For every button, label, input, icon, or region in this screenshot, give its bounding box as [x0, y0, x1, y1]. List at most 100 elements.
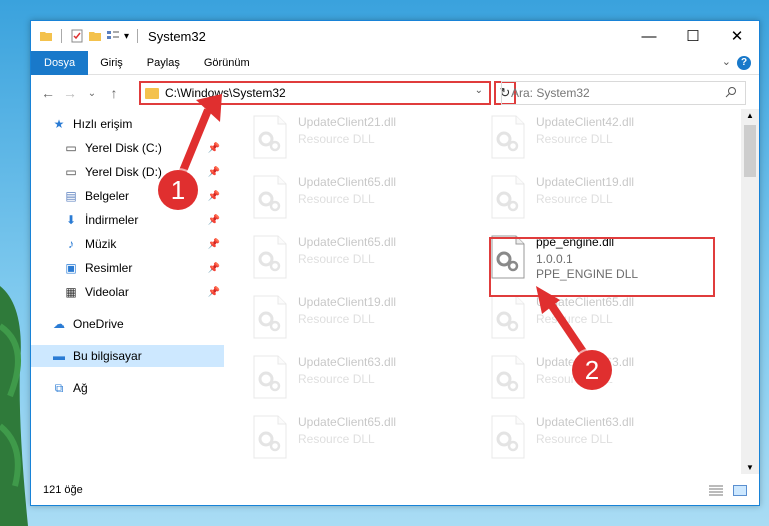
file-name: UpdateClient19.dll	[536, 175, 635, 189]
pin-icon[interactable]: 📌	[208, 191, 220, 202]
pin-icon[interactable]: 📌	[208, 287, 220, 298]
file-tile[interactable]: UpdateClient19.dll Resource DLL	[482, 169, 712, 225]
tab-view[interactable]: Görünüm	[192, 51, 262, 75]
sidebar-item-i-ndirmeler[interactable]: ⬇ İndirmeler 📌	[31, 209, 224, 231]
dll-file-icon	[253, 175, 287, 219]
sidebar-item-bu-bilgisayar[interactable]: ▬ Bu bilgisayar	[31, 345, 224, 367]
sidebar-item-m-zik[interactable]: ♪ Müzik 📌	[31, 233, 224, 255]
cloud-icon: ☁	[53, 317, 65, 331]
minimize-button[interactable]: —	[627, 21, 671, 51]
search-input[interactable]: Ara: System32	[501, 81, 746, 105]
file-description: Resource DLL	[298, 312, 375, 326]
new-folder-icon[interactable]	[88, 29, 102, 43]
file-explorer-window: ▾ System32 — ☐ ✕ Dosya Giriş Paylaş Görü…	[30, 20, 760, 506]
toolbar-divider	[61, 29, 62, 43]
pin-icon[interactable]: 📌	[208, 215, 220, 226]
file-tile[interactable]: UpdateClient65.dll Resource DLL	[482, 289, 712, 345]
file-tile[interactable]: UpdateClient63.dll Resource DLL	[482, 409, 712, 465]
file-name: UpdateClient63.dll	[298, 355, 397, 369]
file-description: Resource DLL	[298, 192, 375, 206]
file-description: Resource DLL	[536, 192, 613, 206]
file-description: Resource DLL	[536, 132, 613, 146]
network-icon: ⧉	[54, 380, 64, 395]
sidebar-item-label: Müzik	[85, 237, 117, 251]
file-tile[interactable]: UpdateClient63.dll Resource DLL	[244, 349, 474, 405]
download-icon: ⬇	[65, 213, 77, 227]
pin-icon[interactable]: 📌	[208, 167, 220, 178]
file-description: Resource DLL	[536, 432, 613, 446]
sidebar-item-a-[interactable]: ⧉ Ağ	[31, 377, 224, 399]
file-name: UpdateClient65.dll	[298, 235, 397, 249]
recent-locations-button[interactable]: ⌄	[81, 88, 103, 99]
sidebar-item-resimler[interactable]: ▣ Resimler 📌	[31, 257, 224, 279]
pin-icon[interactable]: 📌	[208, 239, 220, 250]
sidebar-item-label: İndirmeler	[85, 213, 139, 227]
expand-ribbon-icon[interactable]: ⌄	[722, 55, 731, 68]
tab-file[interactable]: Dosya	[31, 50, 89, 75]
scroll-down-icon[interactable]: ▼	[746, 463, 754, 472]
scroll-up-icon[interactable]: ▲	[746, 111, 754, 120]
sidebar-item-label: Ağ	[73, 381, 88, 395]
dll-file-icon	[253, 115, 287, 159]
pin-icon[interactable]: 📌	[208, 263, 220, 274]
sidebar-item-h-zl-eri-im[interactable]: ★ Hızlı erişim	[31, 113, 224, 135]
file-description: Resource DLL	[298, 252, 375, 266]
forward-button[interactable]: →	[59, 85, 81, 101]
sidebar-item-videolar[interactable]: ▦ Videolar 📌	[31, 281, 224, 303]
sidebar-item-label: Videolar	[85, 285, 129, 299]
close-button[interactable]: ✕	[715, 21, 759, 51]
address-bar[interactable]: C:\Windows\System32 ⌄	[139, 81, 491, 105]
vertical-scrollbar[interactable]: ▲ ▼	[741, 109, 759, 474]
navigation-bar: ← → ⌄ ↑ C:\Windows\System32 ⌄ ↻ Ara: Sys…	[31, 77, 759, 109]
sidebar-item-yerel-disk-c-[interactable]: ▭ Yerel Disk (C:) 📌	[31, 137, 224, 159]
dll-file-icon	[491, 115, 525, 159]
dll-file-icon	[491, 295, 525, 339]
chevron-down-icon[interactable]: ⌄	[475, 85, 483, 96]
pin-icon[interactable]: 📌	[208, 143, 220, 154]
address-path: C:\Windows\System32	[165, 86, 286, 100]
file-name: UpdateClient19.dll	[298, 295, 397, 309]
dll-file-icon	[253, 295, 287, 339]
file-tile[interactable]: UpdateClient65.dll Resource DLL	[244, 409, 474, 465]
drive-icon: ▭	[65, 165, 77, 179]
search-icon	[725, 87, 736, 98]
up-button[interactable]: ↑	[103, 85, 125, 101]
file-tile[interactable]: UpdateClient21.dll Resource DLL	[244, 109, 474, 165]
sidebar-item-onedrive[interactable]: ☁ OneDrive	[31, 313, 224, 335]
status-bar: 121 öğe	[31, 475, 759, 505]
navigation-pane: ★ Hızlı erişim ▭ Yerel Disk (C:) 📌 ▭ Yerel Dis…	[31, 113, 224, 471]
details-view-icon[interactable]	[709, 485, 723, 496]
properties-icon[interactable]	[70, 29, 84, 43]
star-icon: ★	[53, 117, 65, 131]
dll-file-icon	[491, 175, 525, 219]
file-tile[interactable]: UpdateClient65.dll Resource DLL	[244, 169, 474, 225]
back-button[interactable]: ←	[37, 85, 59, 101]
file-tile[interactable]: UpdateClient19.dll Resource DLL	[244, 289, 474, 345]
tab-home[interactable]: Giriş	[88, 51, 135, 75]
customize-toolbar-icon[interactable]: ▾	[124, 31, 129, 42]
scrollbar-thumb[interactable]	[744, 125, 756, 177]
file-name: UpdateClient42.dll	[536, 115, 635, 129]
step-1-badge: 1	[158, 170, 198, 210]
folder-icon	[40, 32, 52, 41]
dll-file-icon	[491, 355, 525, 399]
sidebar-item-label: Yerel Disk (D:)	[85, 165, 162, 179]
dll-file-icon	[491, 415, 525, 459]
drive-icon: ▭	[65, 141, 77, 155]
file-tile[interactable]: UpdateClient42.dll Resource DLL	[482, 109, 712, 165]
file-description: Resource DLL	[298, 372, 375, 386]
help-icon[interactable]: ?	[737, 56, 751, 70]
sidebar-item-label: Bu bilgisayar	[73, 349, 142, 363]
tab-share[interactable]: Paylaş	[135, 51, 192, 75]
dll-file-icon	[253, 235, 287, 279]
sidebar-item-label: Resimler	[85, 261, 133, 275]
tiles-view-icon[interactable]	[733, 485, 747, 496]
sidebar-item-label: Belgeler	[85, 189, 130, 203]
list-view-icon[interactable]	[106, 29, 120, 43]
documents-icon: ▤	[65, 189, 77, 203]
maximize-button[interactable]: ☐	[671, 21, 715, 51]
quick-access-toolbar: ▾	[39, 29, 142, 43]
file-description: Resource DLL	[298, 432, 375, 446]
file-tile[interactable]: UpdateClient65.dll Resource DLL	[244, 229, 474, 285]
step-2-badge: 2	[572, 350, 612, 390]
